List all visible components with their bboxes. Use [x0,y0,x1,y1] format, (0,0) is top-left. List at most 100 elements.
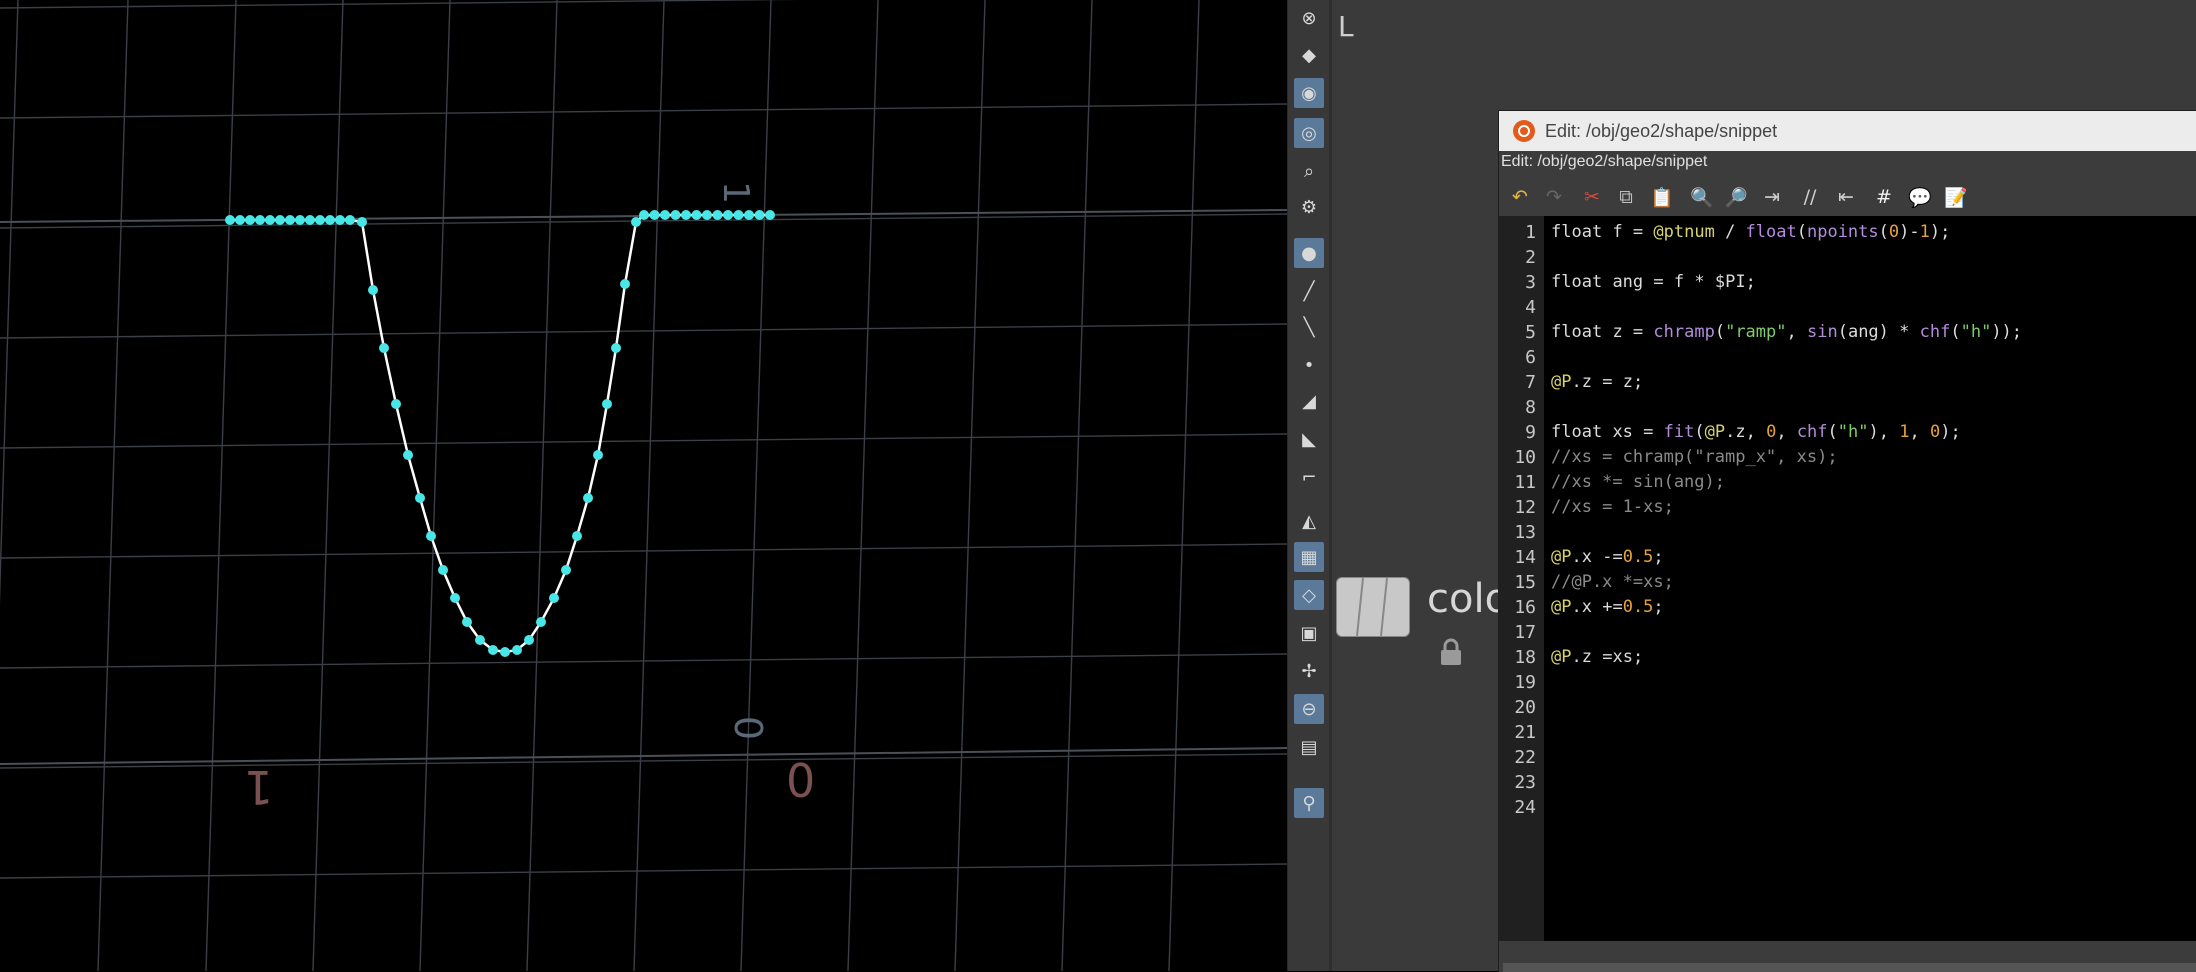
normal-icon[interactable]: ⌐ [1294,462,1324,492]
curve-point [572,531,582,541]
axis-icon[interactable]: ✢ [1294,656,1324,686]
line-number: 8 [1525,397,1536,418]
curve-point [620,279,630,289]
curve-line [230,213,770,654]
grid-line [312,0,344,971]
curve-point [245,215,255,225]
location-icon[interactable]: ⚲ [1294,788,1324,818]
3d-viewport[interactable]: 1 0 0 1 [0,0,1287,971]
curve-point [315,215,325,225]
code-line[interactable]: //xs *= sin(ang); [1551,470,1725,495]
code-line[interactable]: //@P.x *=xs; [1551,570,1674,595]
line-number: 9 [1525,422,1536,443]
curve-point [524,635,534,645]
curve-point [403,450,413,460]
line-number: 18 [1514,647,1536,668]
curve-point [391,399,401,409]
code-area[interactable]: 1 2 3 4 5 6 7 8 9 10 11 12 13 14 15 16 17 18 19 20 21 22 23 24 … [1499,216,2196,941]
line-number: 14 [1514,547,1536,568]
viewport-canvas[interactable] [0,0,1287,971]
code-line[interactable]: //xs = 1-xs; [1551,495,1674,520]
node-shape-icon[interactable] [1336,577,1410,637]
grid-line [740,0,772,971]
hash-icon[interactable]: # [1869,182,1899,212]
axis-label-depth-origin: 0 [726,715,771,741]
curve-point [583,493,593,503]
line-number: 3 [1525,272,1536,293]
close-icon[interactable]: ⊗ [1294,3,1324,33]
curve-point [379,343,389,353]
curve-point [691,210,702,220]
line-number-gutter: 1 2 3 4 5 6 7 8 9 10 11 12 13 14 15 16 17 18 19 20 21 22 23 24 [1499,216,1544,941]
curve-point [335,215,345,225]
node-label[interactable]: colo [1427,576,1509,622]
viewport-display-toolbar: ⊗ ◆ ◉ ◎ ⌕ ⚙ ● ╱ ╲ • ◢ ◣ ⌐ ◭ ▦ ◇ ▣ ✢ ⊖ ▤ ⚲ [1287,0,1330,971]
find-icon[interactable]: 🔍 [1687,182,1717,212]
curve-point [475,635,485,645]
curve-point [670,210,681,220]
curve-point [754,210,765,220]
undo-icon[interactable]: ↶ [1505,182,1535,212]
curve-point [275,215,285,225]
code-line[interactable]: float z = chramp("ramp", sin(ang) * chf(… [1551,320,2022,345]
curve-point [536,617,546,627]
grid-line [0,0,19,606]
redo-icon[interactable]: ↷ [1539,182,1569,212]
code-line[interactable]: float xs = fit(@P.z, 0, chf("h"), 1, 0); [1551,420,1961,445]
background-icon[interactable]: ⊖ [1294,694,1324,724]
curve-point [305,215,315,225]
copy-icon[interactable]: ⧉ [1611,182,1641,212]
curve-point [450,593,460,603]
notes-icon[interactable]: 📝 [1941,182,1971,212]
indent-icon[interactable]: ⇥ [1757,182,1787,212]
code-line[interactable]: @P.z = z; [1551,370,1643,395]
line-number: 21 [1514,722,1536,743]
lock-icon[interactable] [1438,638,1464,670]
code-line[interactable]: @P.x +=0.5; [1551,595,1664,620]
paste-icon[interactable]: 📋 [1647,182,1677,212]
code-line[interactable]: @P.x -=0.5; [1551,545,1664,570]
render-icon[interactable]: ⚙ [1294,192,1324,222]
prim-number-icon[interactable]: ◣ [1294,424,1324,454]
curve-point [593,450,603,460]
texture-icon[interactable]: ▦ [1294,542,1324,572]
brush-icon[interactable]: ╱ [1294,276,1324,306]
code-line[interactable]: float ang = f * $PI; [1551,270,1756,295]
display-icon[interactable]: ◎ [1294,118,1324,148]
editor-titlebar[interactable]: Edit: /obj/geo2/shape/snippet [1499,111,2196,151]
grid-line [526,0,558,971]
cut-icon[interactable]: ✂ [1577,182,1607,212]
grid-line [0,323,1287,339]
code-line[interactable]: //xs = chramp("ramp_x", xs); [1551,445,1838,470]
houdini-icon [1513,120,1535,142]
line-number: 7 [1525,372,1536,393]
speech-icon[interactable]: 💬 [1905,182,1935,212]
uncomment-icon[interactable]: ⇤ [1831,182,1861,212]
code-editor-window[interactable]: Edit: /obj/geo2/shape/snippet Edit: /obj… [1498,110,2196,972]
point-number-icon[interactable]: • [1294,350,1324,380]
uv-icon[interactable]: ▣ [1294,618,1324,648]
light-icon[interactable]: ◉ [1294,78,1324,108]
line-number: 13 [1514,522,1536,543]
grid-line [0,433,1287,449]
grid-line [0,863,1287,879]
line-number: 6 [1525,347,1536,368]
editor-title: Edit: /obj/geo2/shape/snippet [1545,120,1778,141]
snap-icon[interactable]: ◆ [1294,40,1324,70]
code-line[interactable]: @P.z =xs; [1551,645,1643,670]
curve-point [631,217,641,227]
axis-label-origin: 0 [786,754,816,808]
find-replace-icon[interactable]: 🔎 [1721,182,1751,212]
visibility-icon[interactable]: ⌕ [1294,156,1324,186]
image-icon[interactable]: ▤ [1294,732,1324,762]
prim-icon[interactable]: ◢ [1294,386,1324,416]
code-line[interactable]: float f = @ptnum / float(npoints(0)-1); [1551,220,1950,245]
grid-line [97,0,129,971]
comment-icon[interactable]: // [1795,182,1825,212]
shade-icon[interactable]: ◭ [1294,506,1324,536]
point-icon[interactable]: ● [1294,238,1324,268]
pen-icon[interactable]: ╲ [1294,312,1324,342]
template-icon[interactable]: ◇ [1294,580,1324,610]
axis-label-left: 1 [244,760,274,814]
curve-point [325,215,335,225]
